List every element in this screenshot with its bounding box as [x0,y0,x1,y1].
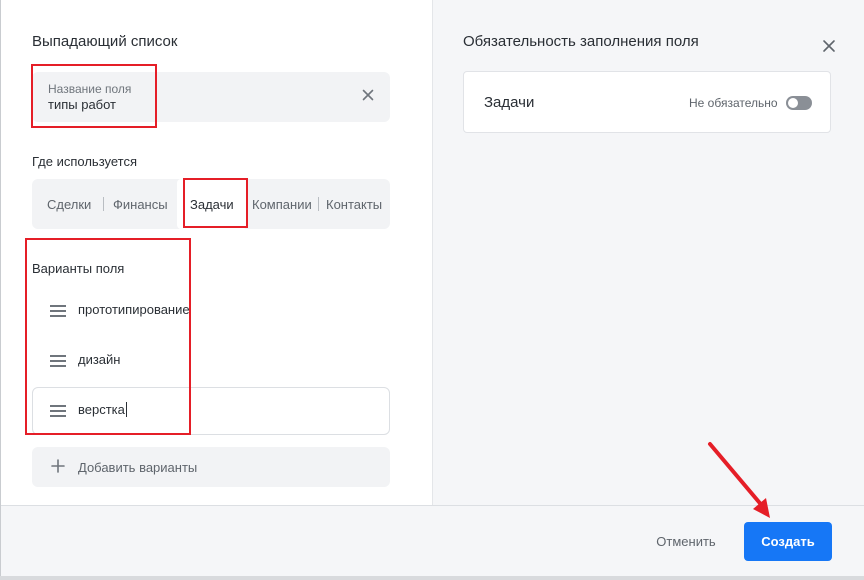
drag-handle-icon[interactable] [50,355,66,367]
dialog-title: Выпадающий список [32,33,178,50]
requirement-state: Не обязательно [689,96,778,110]
field-name-value: типы работ [48,97,117,112]
option-item-editing[interactable]: верстка [32,387,390,435]
options-label: Варианты поля [32,261,125,276]
add-option-label: Добавить варианты [78,460,198,475]
add-option-button[interactable]: Добавить варианты [32,447,390,487]
cancel-button[interactable]: Отменить [643,523,729,561]
usage-tabs: Сделки Финансы Задачи Компании Контакты [32,179,390,229]
text-caret [125,402,127,417]
create-button[interactable]: Создать [744,522,832,561]
requirement-title: Обязательность заполнения поля [463,33,699,50]
option-text: верстка [78,402,125,417]
requirement-row: Задачи Не обязательно [463,71,831,133]
annotation-arrow-icon [708,442,770,518]
tab-finance[interactable]: Финансы [113,197,168,212]
field-name-label: Название поля [48,82,132,96]
option-item[interactable]: прототипирование [32,287,390,335]
clear-icon[interactable] [360,87,376,103]
close-icon[interactable] [822,39,836,53]
usage-label: Где используется [32,154,138,169]
required-toggle[interactable] [786,96,812,110]
drag-handle-icon[interactable] [50,305,66,317]
toggle-knob [788,98,798,108]
option-item[interactable]: дизайн [32,337,390,385]
requirement-entity: Задачи [484,94,535,111]
plus-icon [51,459,65,473]
drag-handle-icon[interactable] [50,405,66,417]
tab-tasks[interactable]: Задачи [190,197,234,212]
option-text: прототипирование [78,302,190,317]
tab-contacts[interactable]: Контакты [326,197,382,212]
option-text: дизайн [78,352,121,367]
tab-deals[interactable]: Сделки [47,197,91,212]
field-name-input[interactable]: Название поля типы работ [32,72,390,122]
tab-companies[interactable]: Компании [252,197,312,212]
